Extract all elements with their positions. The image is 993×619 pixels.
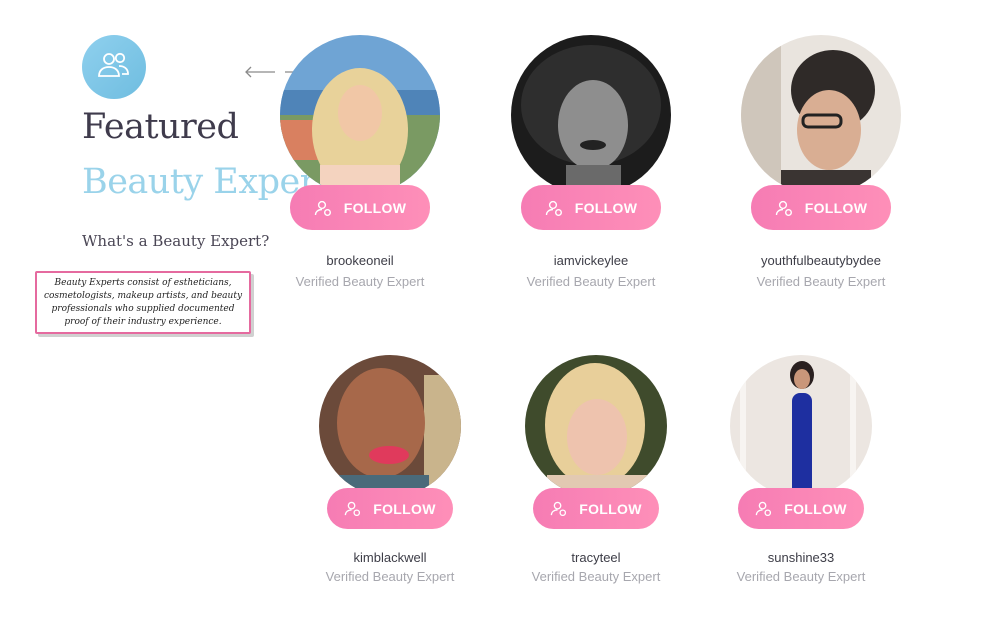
expert-card: FOLLOW tracyteel Verified Beauty Expert [496, 355, 696, 595]
user-add-icon [344, 500, 361, 517]
avatar[interactable] [730, 355, 872, 497]
user-add-icon [550, 500, 567, 517]
avatar[interactable] [511, 35, 671, 195]
follow-label: FOLLOW [574, 199, 638, 216]
avatar[interactable] [319, 355, 461, 497]
follow-button[interactable]: FOLLOW [738, 488, 864, 529]
info-heading: What's a Beauty Expert? [82, 232, 270, 250]
avatar[interactable] [280, 35, 440, 195]
follow-button[interactable]: FOLLOW [327, 488, 453, 529]
experts-badge [82, 35, 146, 99]
expert-card: FOLLOW sunshine33 Verified Beauty Expert [701, 355, 901, 595]
section-title-line1: Featured [82, 107, 239, 147]
expert-username[interactable]: kimblackwell [290, 550, 490, 565]
follow-label: FOLLOW [784, 500, 847, 517]
expert-role: Verified Beauty Expert [756, 274, 886, 289]
follow-label: FOLLOW [373, 500, 436, 517]
expert-role: Verified Beauty Expert [526, 274, 656, 289]
expert-role: Verified Beauty Expert [736, 569, 866, 584]
expert-card: FOLLOW iamvickeylee Verified Beauty Expe… [481, 35, 701, 305]
follow-button[interactable]: FOLLOW [751, 185, 891, 230]
follow-label: FOLLOW [343, 199, 407, 216]
expert-username[interactable]: youthfulbeautybydee [711, 253, 931, 268]
avatar[interactable] [741, 35, 901, 195]
expert-card: FOLLOW brookeoneil Verified Beauty Exper… [250, 35, 470, 305]
follow-button[interactable]: FOLLOW [533, 488, 659, 529]
follow-label: FOLLOW [579, 500, 642, 517]
follow-button[interactable]: FOLLOW [521, 185, 661, 230]
expert-username[interactable]: iamvickeylee [481, 253, 701, 268]
info-tooltip: Beauty Experts consist of estheticians, … [35, 271, 251, 334]
follow-button[interactable]: FOLLOW [290, 185, 430, 230]
expert-card: FOLLOW kimblackwell Verified Beauty Expe… [290, 355, 490, 595]
users-icon [97, 50, 131, 85]
user-add-icon [545, 199, 563, 217]
expert-role: Verified Beauty Expert [325, 569, 455, 584]
user-add-icon [755, 500, 772, 517]
expert-role: Verified Beauty Expert [295, 274, 425, 289]
info-description: Beauty Experts consist of estheticians, … [43, 277, 243, 327]
user-add-icon [314, 199, 332, 217]
expert-card: FOLLOW youthfulbeautybydee Verified Beau… [711, 35, 931, 305]
expert-role: Verified Beauty Expert [531, 569, 661, 584]
avatar[interactable] [525, 355, 667, 497]
user-add-icon [775, 199, 793, 217]
expert-username[interactable]: sunshine33 [701, 550, 901, 565]
follow-label: FOLLOW [804, 199, 868, 216]
expert-username[interactable]: brookeoneil [250, 253, 470, 268]
expert-username[interactable]: tracyteel [496, 550, 696, 565]
